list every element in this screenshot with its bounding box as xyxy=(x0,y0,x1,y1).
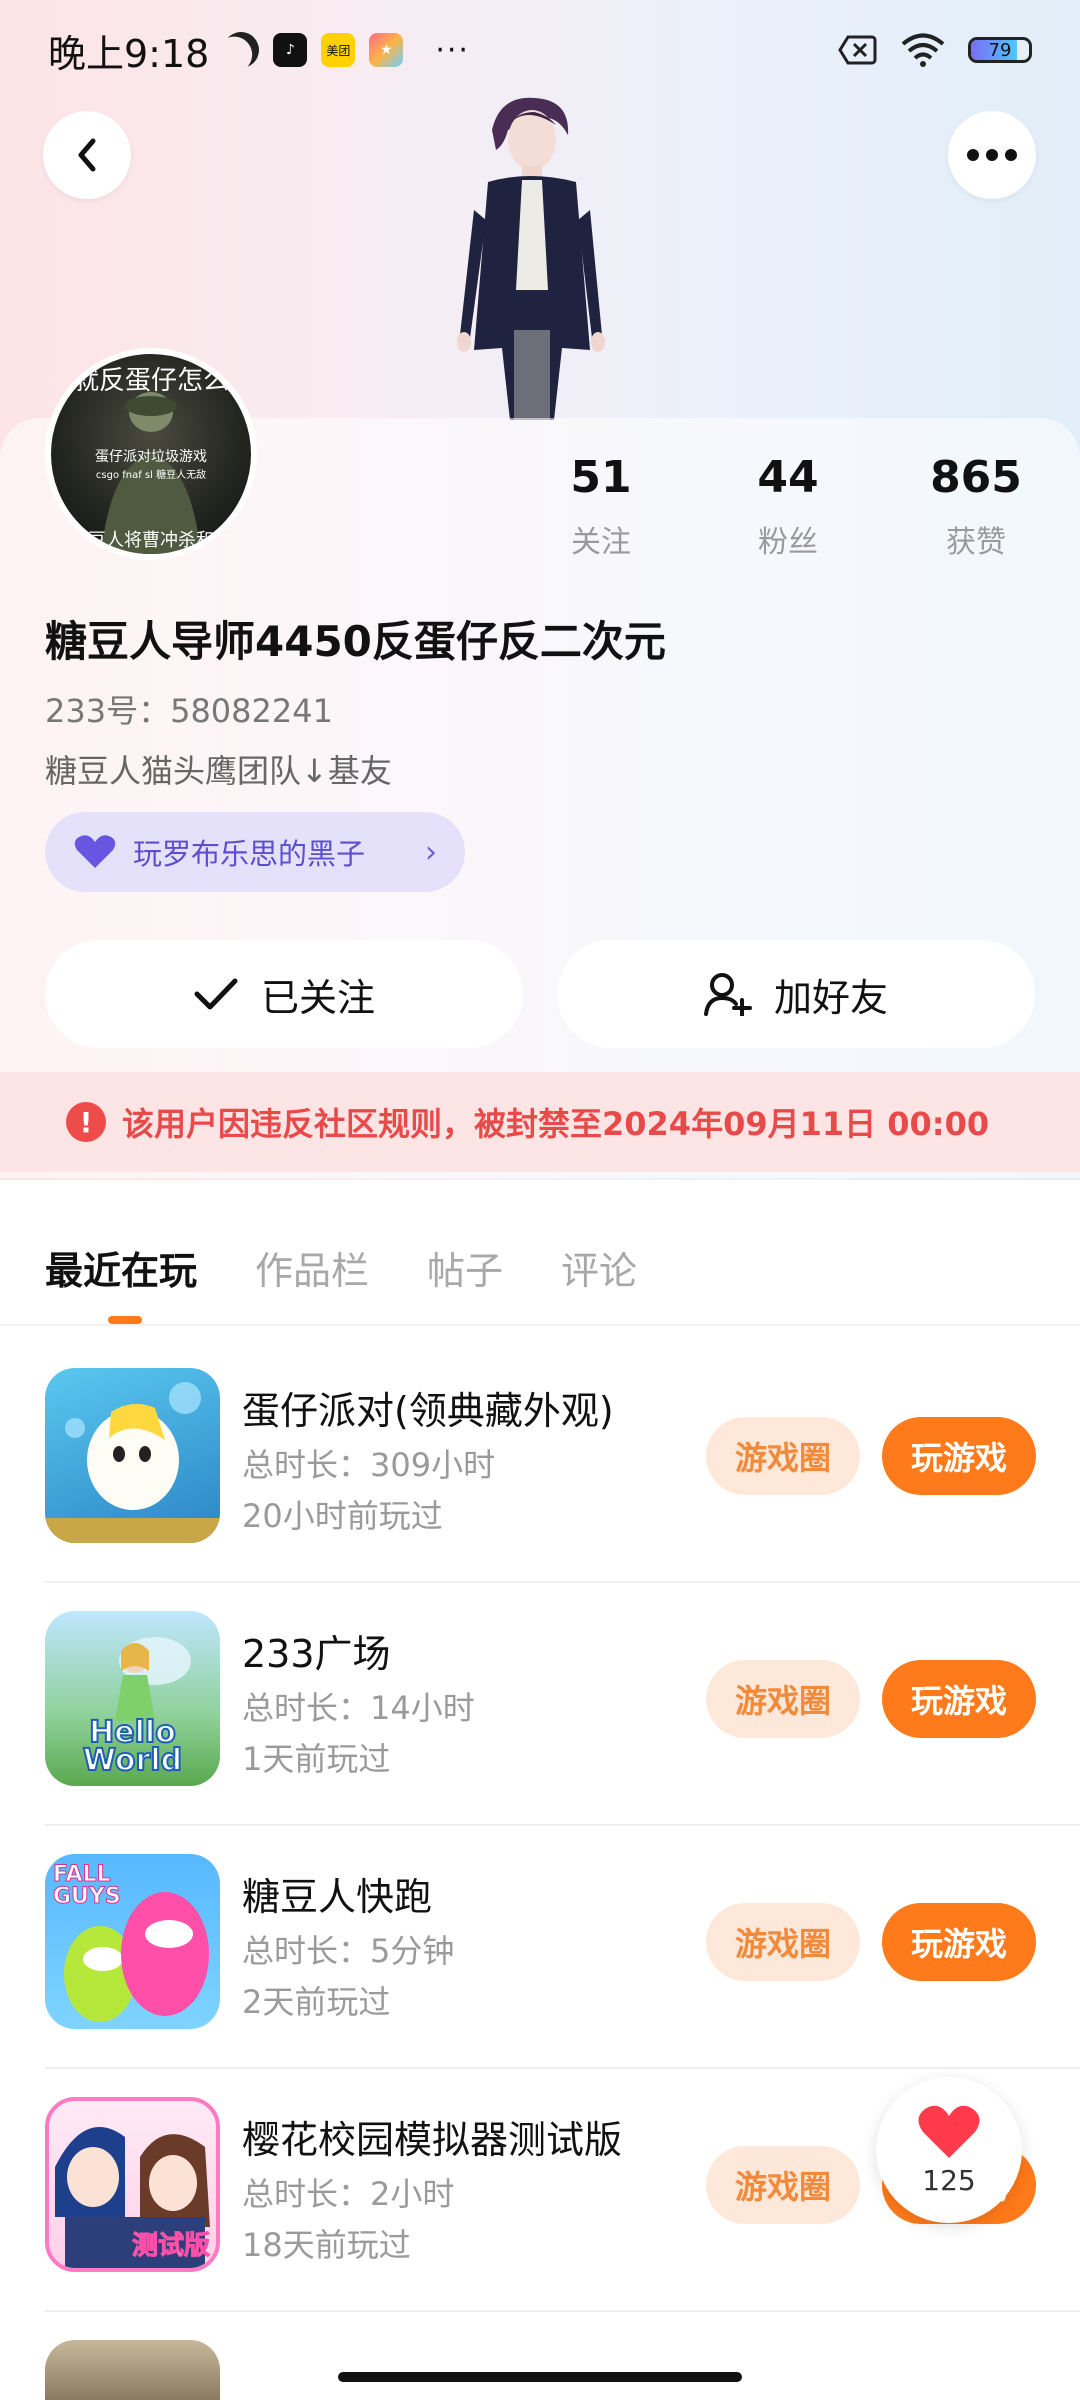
game-circle-button[interactable]: 游戏圈 xyxy=(706,1660,860,1738)
battery-icon: 79 xyxy=(968,37,1032,63)
stat-following-count: 51 xyxy=(570,452,632,503)
user-nickname: 糖豆人导师4450反蛋仔反二次元 xyxy=(45,617,666,666)
game-icon-fall-guys: FALL GUYS xyxy=(45,1854,220,2029)
user-tag-chip[interactable]: 玩罗布乐思的黑子 › xyxy=(45,812,465,892)
play-game-button[interactable]: 玩游戏 xyxy=(882,1903,1036,1981)
game-circle-button[interactable]: 游戏圈 xyxy=(706,1903,860,1981)
status-time: 晚上9:18 xyxy=(48,31,210,76)
tab-posts[interactable]: 帖子 xyxy=(427,1240,503,1295)
game-icon-text: 测试版 xyxy=(131,2231,210,2262)
tab-recently-played[interactable]: 最近在玩 xyxy=(45,1240,197,1295)
more-notifications-icon: ··· xyxy=(435,32,470,68)
game-list-item[interactable]: 蛋仔派对(领典藏外观) 总时长：309小时 20小时前玩过 游戏圈 玩游戏 xyxy=(0,1340,1080,1583)
game-circle-button[interactable]: 游戏圈 xyxy=(706,1417,860,1495)
stat-following-label: 关注 xyxy=(571,525,631,560)
user-id: 233号：58082241 xyxy=(45,692,333,730)
game-duration: 总时长：5分钟 xyxy=(242,1932,455,1970)
avatar[interactable]: 就反蛋仔怎么 蛋仔派对垃圾游戏 csgo fnaf sl 糖豆人无敌 糖豆人将曹… xyxy=(45,348,257,560)
battery-level: 79 xyxy=(988,39,1012,61)
game-title: 糖豆人快跑 xyxy=(242,1875,433,1919)
game-duration: 总时长：2小时 xyxy=(242,2175,455,2213)
stat-followers-label: 粉丝 xyxy=(758,525,818,560)
heart-badge-icon xyxy=(74,835,116,868)
followed-label: 已关注 xyxy=(260,975,375,1020)
chevron-left-icon xyxy=(78,138,96,172)
stat-likes-count: 865 xyxy=(930,452,1022,503)
status-bar: 晚上9:18 ♪ 美团 ★ ··· 79 xyxy=(0,0,1080,100)
add-user-icon xyxy=(703,973,752,1016)
game-circle-button[interactable]: 游戏圈 xyxy=(706,2146,860,2224)
chevron-right-icon: › xyxy=(425,834,437,870)
avatar-caption-bottom: 糖豆人将曹冲杀和吧 xyxy=(70,530,232,551)
game-duration: 总时长：14小时 xyxy=(242,1689,475,1727)
user-tag-label: 玩罗布乐思的黑子 xyxy=(133,837,366,871)
stat-likes-label: 获赞 xyxy=(946,525,1006,560)
game-last-played: 20小时前玩过 xyxy=(242,1497,443,1535)
user-bio: 糖豆人猫头鹰团队↓基友 xyxy=(45,752,392,790)
play-game-button[interactable]: 玩游戏 xyxy=(882,1417,1036,1495)
more-options-button[interactable] xyxy=(948,111,1036,199)
game-duration: 总时长：309小时 xyxy=(242,1446,496,1484)
avatar-caption-small: csgo fnaf sl 糖豆人无敌 xyxy=(95,470,207,481)
game-title: 233广场 xyxy=(242,1632,391,1676)
like-float-button[interactable]: 125 xyxy=(876,2077,1022,2223)
game-title: 蛋仔派对(领典藏外观) xyxy=(242,1389,614,1433)
back-button[interactable] xyxy=(43,111,131,199)
fall-guys-beans-icon xyxy=(64,1892,209,2022)
game-icon-eggy-party xyxy=(45,1368,220,1543)
tab-divider xyxy=(0,1324,1080,1326)
wifi-icon xyxy=(901,33,945,67)
eggy-party-icon xyxy=(45,1382,220,1543)
profile-tabs: 最近在玩 作品栏 帖子 评论 xyxy=(45,1240,637,1295)
game-title: 樱花校园模拟器测试版 xyxy=(242,2118,623,2162)
tab-comments[interactable]: 评论 xyxy=(561,1240,637,1295)
ban-notice-banner: ! 该用户因违反社区规则，被封禁至2024年09月11日 00:00 xyxy=(0,1072,1080,1172)
game-list-item[interactable]: Hello World 233广场 总时长：14小时 1天前玩过 游戏圈 玩游戏 xyxy=(0,1583,1080,1826)
game-last-played: 1天前玩过 xyxy=(242,1740,391,1778)
moon-icon xyxy=(218,27,264,73)
game-icon-partial xyxy=(45,2340,220,2400)
game-list-item[interactable]: FALL GUYS 糖豆人快跑 总时长：5分钟 2天前玩过 游戏圈 玩游戏 xyxy=(0,1826,1080,2069)
like-count: 125 xyxy=(922,2163,976,2197)
active-tab-indicator xyxy=(108,1316,142,1324)
game-last-played: 18天前玩过 xyxy=(242,2226,411,2264)
game-icon-sakura-school: 测试版 xyxy=(45,2097,220,2272)
ban-notice-text: 该用户因违反社区规则，被封禁至2024年09月11日 00:00 xyxy=(122,1105,990,1143)
star-app-icon: ★ xyxy=(369,33,404,67)
followed-button[interactable]: 已关注 xyxy=(45,940,523,1048)
game-icon-text: Hello World xyxy=(82,1715,183,1778)
stat-following[interactable]: 51 关注 xyxy=(521,452,681,561)
stat-likes[interactable]: 865 获赞 xyxy=(896,452,1056,561)
more-dots-icon xyxy=(967,149,1017,161)
heart-icon xyxy=(918,2105,980,2158)
meituan-icon: 美团 xyxy=(321,33,356,67)
stat-followers-count: 44 xyxy=(757,452,819,503)
checkmark-icon xyxy=(194,978,238,1010)
avatar-caption-mid: 蛋仔派对垃圾游戏 xyxy=(95,449,207,465)
play-game-button[interactable]: 玩游戏 xyxy=(882,1660,1036,1738)
row-divider xyxy=(45,2310,1080,2312)
add-friend-label: 加好友 xyxy=(773,975,888,1020)
add-friend-button[interactable]: 加好友 xyxy=(557,940,1035,1048)
sim-blocked-icon xyxy=(838,35,877,65)
stat-followers[interactable]: 44 粉丝 xyxy=(708,452,868,561)
warning-icon: ! xyxy=(66,1102,106,1142)
home-indicator[interactable] xyxy=(338,2372,742,2382)
character-avatar-figure xyxy=(457,97,605,420)
game-icon-233-plaza: Hello World xyxy=(45,1611,220,1786)
tab-works[interactable]: 作品栏 xyxy=(255,1240,369,1295)
game-last-played: 2天前玩过 xyxy=(242,1983,391,2021)
tiktok-icon: ♪ xyxy=(273,33,308,67)
